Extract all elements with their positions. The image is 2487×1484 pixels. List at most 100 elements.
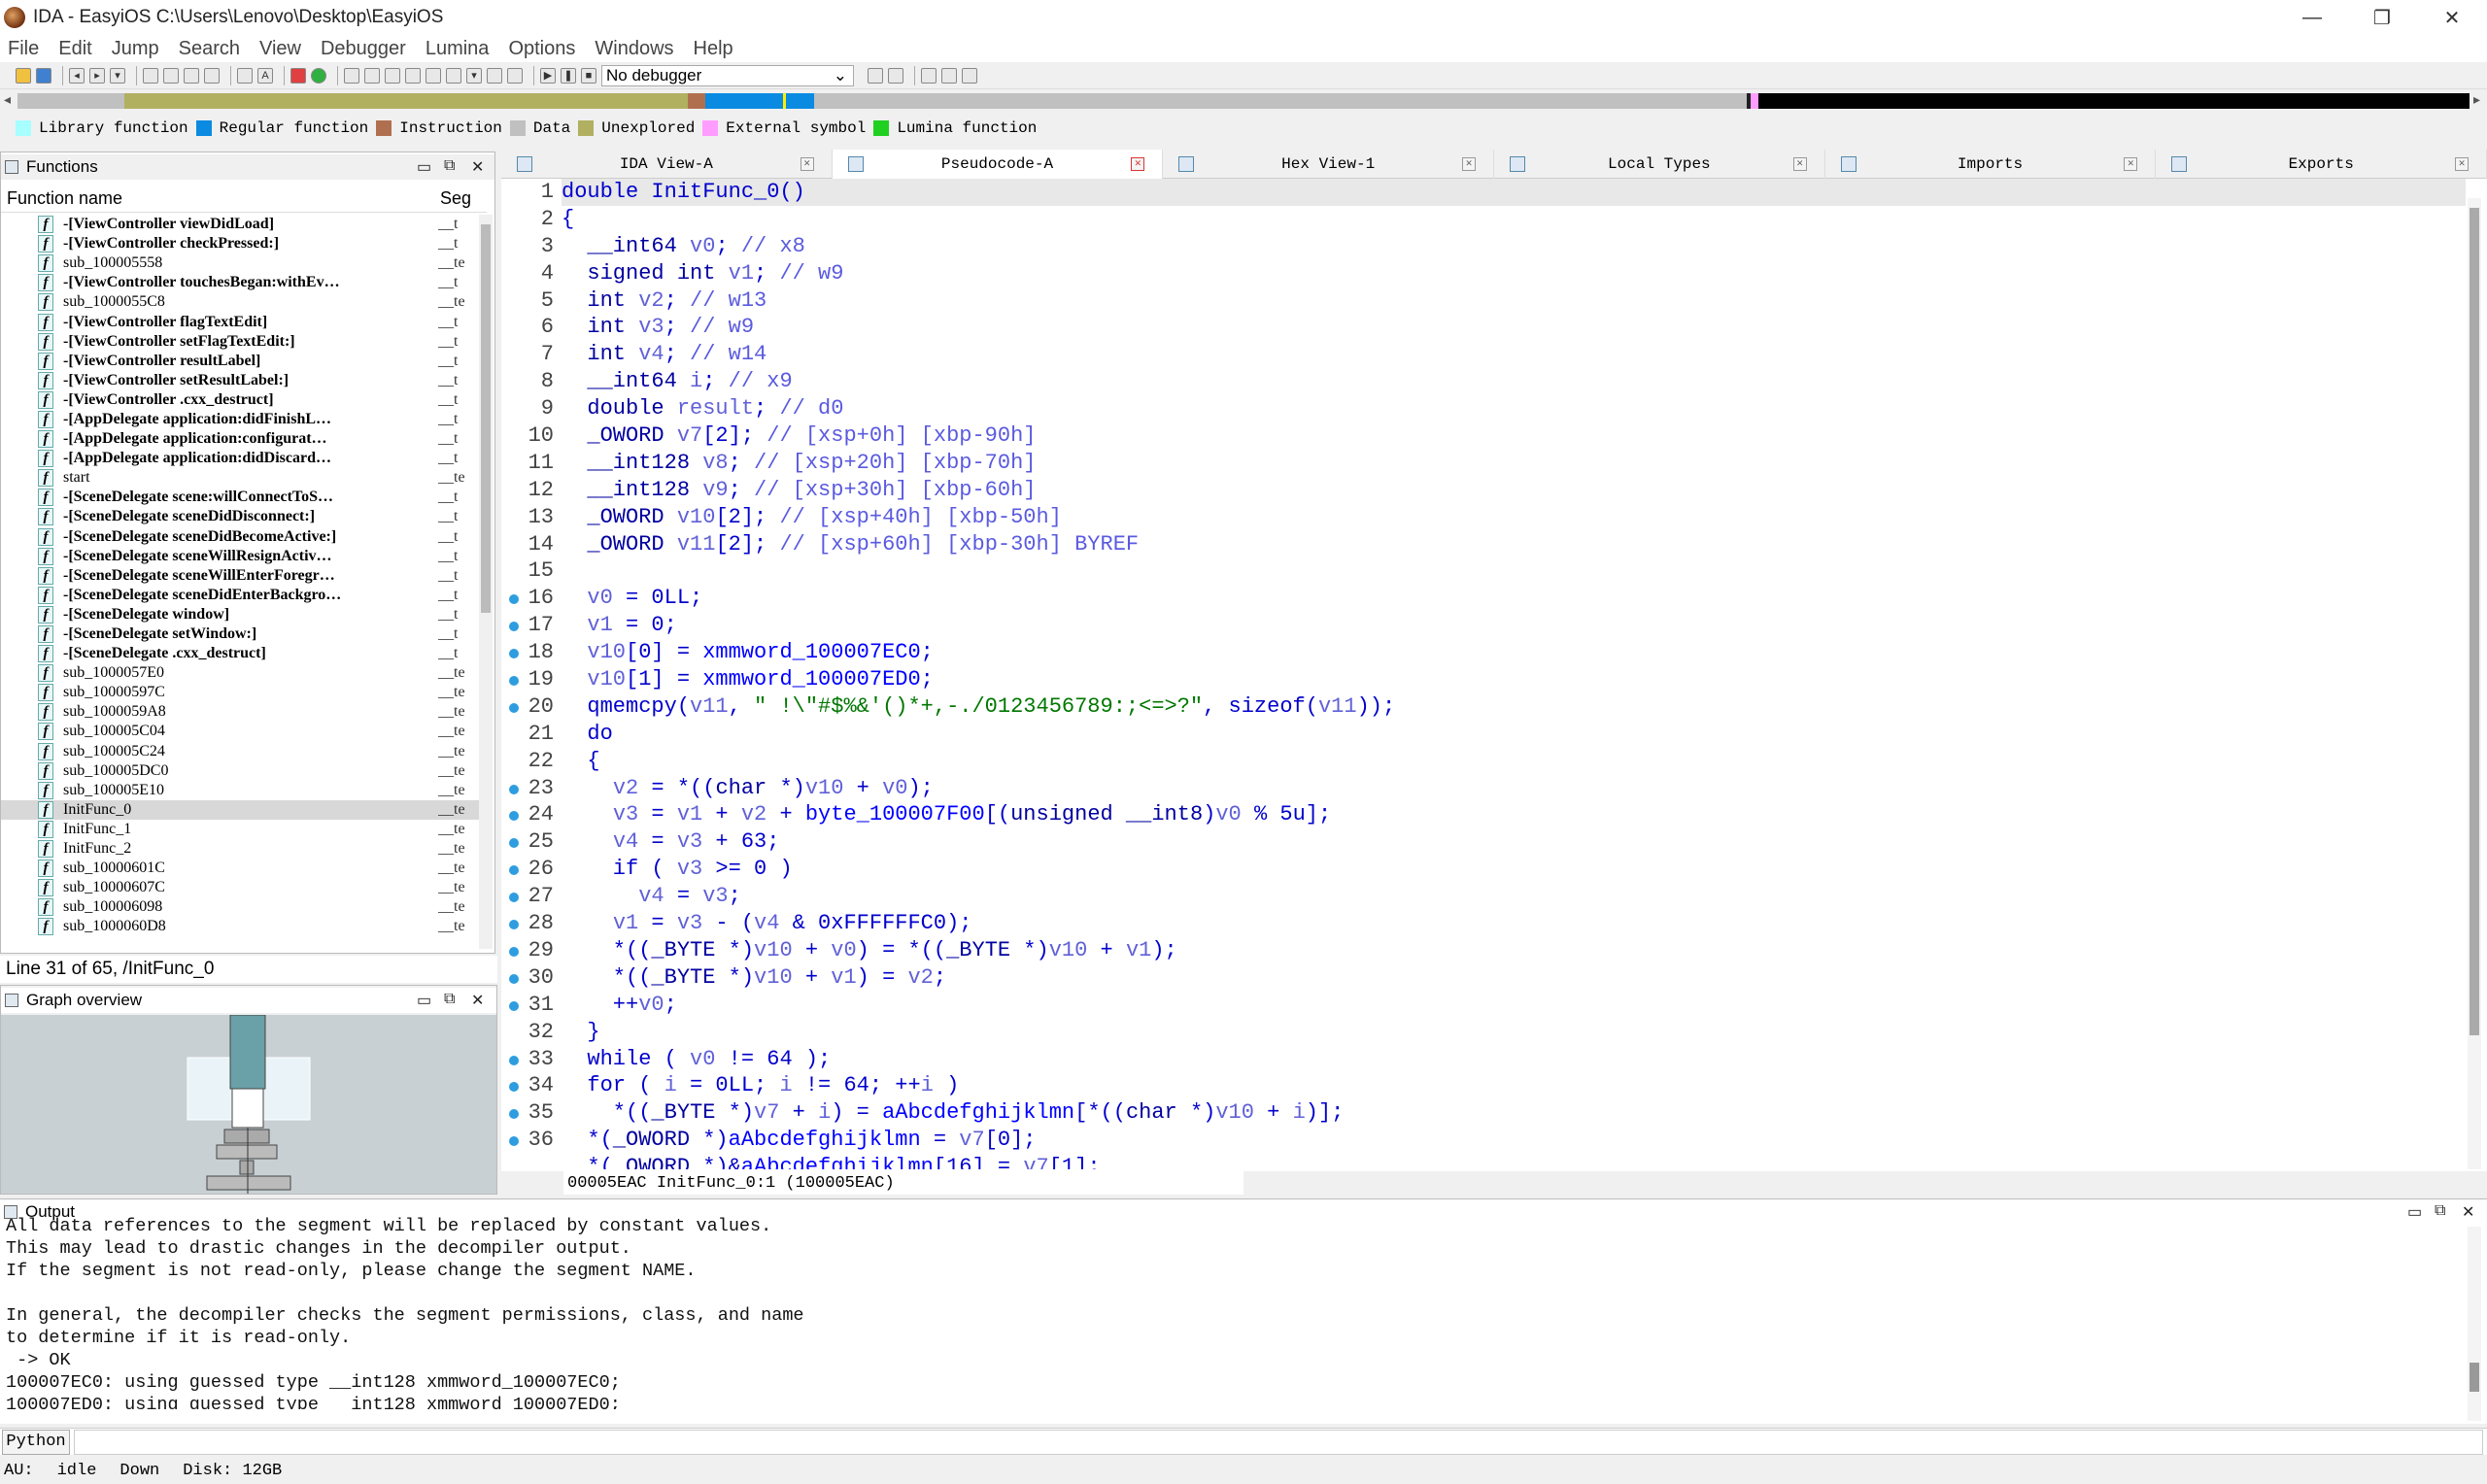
navigation-strip[interactable]: [17, 93, 2470, 109]
breakpoint-dot-icon[interactable]: [509, 649, 519, 659]
list-icon[interactable]: [921, 67, 937, 84]
breakpoint-dot-icon[interactable]: [509, 838, 519, 849]
function-row[interactable]: f -[SceneDelegate scene:willConnectToS… __…: [1, 488, 487, 507]
search-text-icon[interactable]: [143, 67, 158, 84]
panel-close-icon[interactable]: ✕: [471, 157, 484, 177]
code-line[interactable]: _OWORD v11[2]; // [xsp+60h] [xbp-30h] BY…: [562, 531, 2466, 558]
function-row[interactable]: f sub_1000057E0 __te: [1, 663, 487, 683]
close-button[interactable]: ✕: [2417, 0, 2487, 35]
breakpoint-dot-icon[interactable]: [509, 702, 519, 713]
tab-close-icon[interactable]: ✕: [2124, 157, 2138, 171]
function-row[interactable]: f sub_100005C24 __te: [1, 742, 487, 761]
tab-close-icon[interactable]: ✕: [1462, 157, 1477, 171]
output-scrollbar-thumb[interactable]: [2470, 1363, 2479, 1392]
panel-close-icon[interactable]: ✕: [471, 991, 484, 1010]
tab-close-icon[interactable]: ✕: [800, 157, 814, 171]
code-line[interactable]: double result; // d0: [562, 395, 2466, 422]
code-line[interactable]: for ( i = 0LL; i != 64; ++i ): [562, 1072, 2466, 1099]
undefine-icon[interactable]: [426, 67, 441, 84]
graph-icon[interactable]: [507, 67, 523, 84]
panel-close-icon[interactable]: ✕: [2462, 1202, 2474, 1222]
function-row[interactable]: f -[ViewController resultLabel] __t: [1, 352, 487, 371]
code-line[interactable]: do: [562, 721, 2466, 748]
code-line[interactable]: {: [562, 748, 2466, 775]
array-icon[interactable]: [385, 67, 400, 84]
function-row[interactable]: f -[ViewController viewDidLoad] __t: [1, 215, 487, 234]
column-function-name[interactable]: Function name: [7, 188, 122, 209]
output-scrollbar[interactable]: [2468, 1227, 2481, 1421]
python-command-input[interactable]: [74, 1429, 2483, 1455]
search-next-icon[interactable]: [184, 67, 199, 84]
breakpoint-dot-icon[interactable]: [509, 973, 519, 984]
menu-windows[interactable]: Windows: [595, 38, 673, 60]
code-line[interactable]: __int128 v9; // [xsp+30h] [xbp-60h]: [562, 477, 2466, 504]
code-line[interactable]: int v4; // w14: [562, 341, 2466, 368]
breakpoint-dot-icon[interactable]: [509, 594, 519, 605]
code-line[interactable]: *((_BYTE *)v10 + v0) = *((_BYTE *)v10 + …: [562, 937, 2466, 964]
menu-debugger[interactable]: Debugger: [321, 38, 406, 60]
function-row[interactable]: f -[SceneDelegate .cxx_destruct] __t: [1, 644, 487, 663]
minimize-button[interactable]: —: [2277, 0, 2347, 35]
function-row[interactable]: f -[AppDelegate application:didFinishL… __…: [1, 410, 487, 429]
panel-float-icon[interactable]: ⧉: [444, 991, 455, 1008]
back-icon[interactable]: ◂: [69, 67, 85, 84]
python-language-button[interactable]: Python: [2, 1429, 70, 1455]
code-line[interactable]: {: [562, 206, 2466, 233]
stop-icon[interactable]: ■: [581, 67, 596, 84]
debug-attach-icon[interactable]: [888, 67, 903, 84]
code-line[interactable]: *((_BYTE *)v10 + v1) = v2;: [562, 964, 2466, 992]
function-row[interactable]: f -[AppDelegate application:configurat… __…: [1, 429, 487, 449]
column-segment[interactable]: Seg: [440, 188, 471, 209]
function-row[interactable]: f InitFunc_0 __te: [1, 799, 487, 820]
breakpoint-dot-icon[interactable]: [509, 622, 519, 632]
code-icon[interactable]: [344, 67, 359, 84]
tab-exports[interactable]: Exports ✕: [2156, 150, 2487, 179]
breakpoint-dot-icon[interactable]: [509, 865, 519, 876]
code-line[interactable]: if ( v3 >= 0 ): [562, 856, 2466, 883]
pseudocode-scrollbar[interactable]: [2468, 198, 2481, 1169]
tab-close-icon[interactable]: ✕: [2455, 157, 2470, 171]
data-icon[interactable]: [364, 67, 380, 84]
breakpoint-dot-icon[interactable]: [509, 920, 519, 930]
function-row[interactable]: f -[ViewController touchesBegan:withEv… __…: [1, 273, 487, 292]
debug-options-icon[interactable]: [868, 67, 883, 84]
forward-icon[interactable]: ▸: [89, 67, 105, 84]
function-row[interactable]: f sub_100005558 __te: [1, 253, 487, 273]
menu-view[interactable]: View: [259, 38, 301, 60]
tab-pseudocode-a[interactable]: Pseudocode-A ✕: [832, 150, 1164, 179]
pseudocode-text[interactable]: double InitFunc_0(){ __int64 v0; // x8 s…: [562, 179, 2466, 1169]
function-row[interactable]: f -[SceneDelegate setWindow:] __t: [1, 624, 487, 644]
menu-jump[interactable]: Jump: [112, 38, 159, 60]
function-icon[interactable]: [446, 67, 461, 84]
code-line[interactable]: v10[0] = xmmword_100007EC0;: [562, 639, 2466, 666]
breakpoint-dot-icon[interactable]: [509, 811, 519, 822]
function-row[interactable]: f sub_10000601C __te: [1, 859, 487, 878]
search-binary-icon[interactable]: [163, 67, 179, 84]
functions-scrollbar[interactable]: [479, 215, 493, 949]
list-detail-icon[interactable]: [962, 67, 977, 84]
struct-icon[interactable]: [405, 67, 421, 84]
menu-lumina[interactable]: Lumina: [426, 38, 490, 60]
pause-icon[interactable]: ❚: [561, 67, 576, 84]
panel-restore-icon[interactable]: ▭: [417, 991, 431, 1010]
menu-options[interactable]: Options: [508, 38, 575, 60]
nav-right-icon[interactable]: ▸: [2473, 91, 2480, 108]
code-line[interactable]: __int64 v0; // x8: [562, 233, 2466, 260]
breakpoint-dot-icon[interactable]: [509, 1055, 519, 1065]
function-row[interactable]: f -[SceneDelegate window] __t: [1, 605, 487, 624]
code-line[interactable]: __int128 v8; // [xsp+20h] [xbp-70h]: [562, 450, 2466, 477]
menu-file[interactable]: File: [8, 38, 39, 60]
code-line[interactable]: signed int v1; // w9: [562, 260, 2466, 287]
run-icon[interactable]: [311, 67, 326, 84]
code-line[interactable]: __int64 i; // x9: [562, 368, 2466, 395]
function-row[interactable]: f sub_100005E10 __te: [1, 781, 487, 800]
code-line[interactable]: qmemcpy(v11, " !\"#$%&'()*+,-./012345678…: [562, 693, 2466, 721]
function-row[interactable]: f sub_100006098 __te: [1, 897, 487, 917]
code-line[interactable]: [562, 557, 2466, 585]
breakpoint-dot-icon[interactable]: [509, 1109, 519, 1120]
function-row[interactable]: f InitFunc_1 __te: [1, 820, 487, 839]
pseudocode-scrollbar-thumb[interactable]: [2470, 208, 2479, 1035]
function-row[interactable]: f -[SceneDelegate sceneDidDisconnect:] __t: [1, 507, 487, 526]
save-icon[interactable]: [36, 67, 51, 84]
code-line[interactable]: v1 = v3 - (v4 & 0xFFFFFFC0);: [562, 910, 2466, 937]
